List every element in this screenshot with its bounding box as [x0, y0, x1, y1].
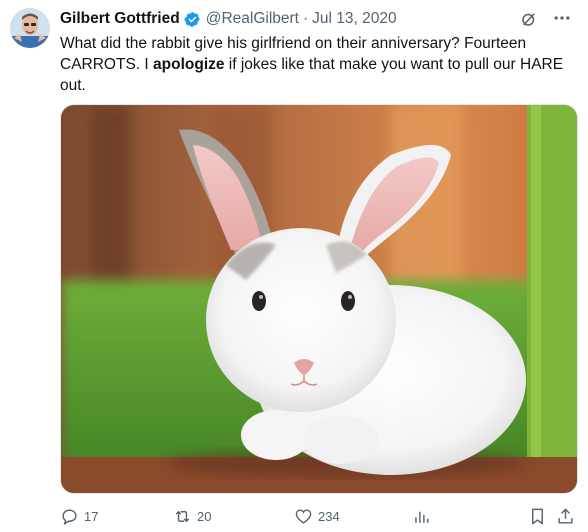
author-name[interactable]: Gilbert Gottfried [60, 10, 180, 28]
like-button[interactable]: 234 [294, 504, 340, 528]
repost-count: 20 [197, 508, 212, 524]
share-button[interactable] [556, 504, 575, 528]
action-bar: 17 20 234 [60, 504, 576, 528]
tweet-date[interactable]: Jul 13, 2020 [312, 10, 396, 28]
verified-badge-icon[interactable] [184, 11, 201, 28]
tweet-text-bold: apologize [153, 56, 225, 73]
author-handle[interactable]: @RealGilbert [206, 10, 299, 28]
tweet-header: Gilbert Gottfried @RealGilbert · Jul 13,… [60, 8, 574, 30]
repost-button[interactable]: 20 [173, 504, 211, 528]
heart-icon [295, 508, 312, 524]
header-separator: · [302, 10, 309, 27]
grok-icon[interactable] [520, 10, 538, 28]
reply-count: 17 [84, 508, 99, 524]
tweet-media[interactable] [60, 104, 578, 494]
reply-button[interactable]: 17 [60, 504, 98, 528]
share-icon [558, 508, 573, 524]
tweet-text: What did the rabbit give his girlfriend … [60, 33, 565, 96]
bookmark-button[interactable] [528, 504, 547, 528]
avatar-image [10, 8, 50, 48]
more-icon[interactable] [552, 8, 572, 28]
views-button[interactable] [412, 504, 431, 528]
tweet[interactable]: Gilbert Gottfried @RealGilbert · Jul 13,… [0, 0, 588, 532]
like-count: 234 [318, 508, 340, 524]
bookmark-icon [532, 508, 543, 524]
repost-icon [175, 510, 190, 522]
rabbit-photo [61, 105, 577, 493]
reply-icon [62, 508, 77, 525]
avatar[interactable] [10, 8, 50, 48]
views-chart-icon [415, 511, 429, 523]
